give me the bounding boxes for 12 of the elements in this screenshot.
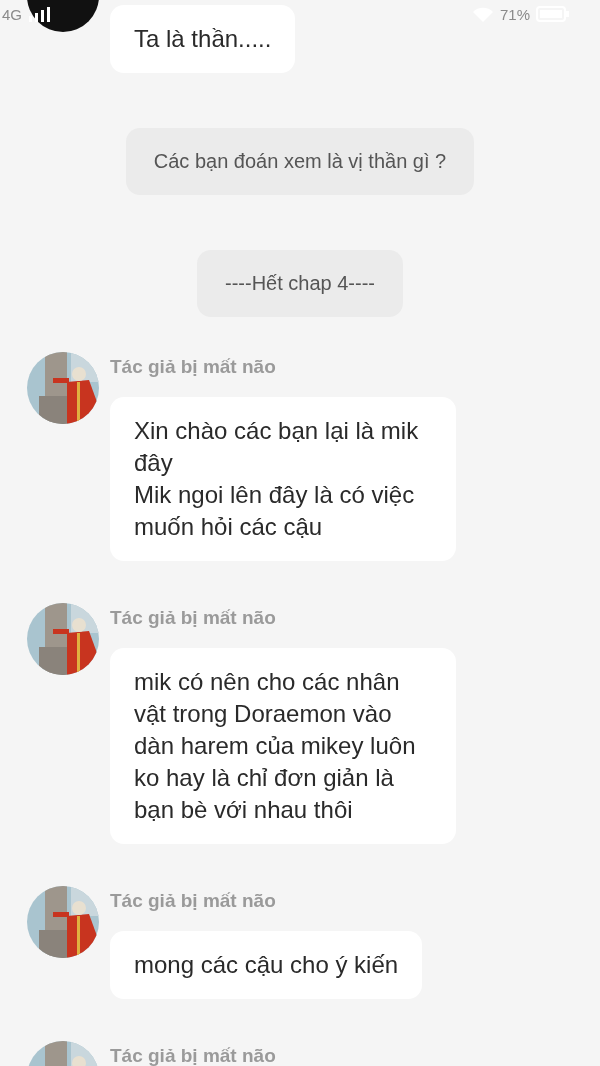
message-bubble: Xin chào các bạn lại là mik đây Mik ngoi lên đây là có việc muốn hỏi các cậu: [110, 397, 456, 561]
sender-name: Tác giả bị mất não: [110, 606, 276, 630]
sender-name: Tác giả bị mất não: [110, 889, 276, 913]
battery-level: 71%: [499, 5, 530, 23]
message-bubble: Ta là thần.....: [110, 5, 296, 73]
sender-name: Tác giả bị mất não: [110, 1044, 276, 1066]
system-message: ----Hết chap 4----: [197, 250, 403, 317]
network-type: 4G: [2, 5, 22, 23]
sender-name: Tác giả bị mất não: [110, 355, 276, 379]
message-bubble: mik có nên cho các nhân vật trong Doraemon vào dàn harem của mikey luôn ko hay là chỉ đơn giản là bạn bè với nhau thôi: [110, 648, 456, 844]
message-bubble: mong các cậu cho ý kiến: [110, 931, 423, 999]
system-message: Các bạn đoán xem là vị thần gì ?: [125, 128, 475, 195]
